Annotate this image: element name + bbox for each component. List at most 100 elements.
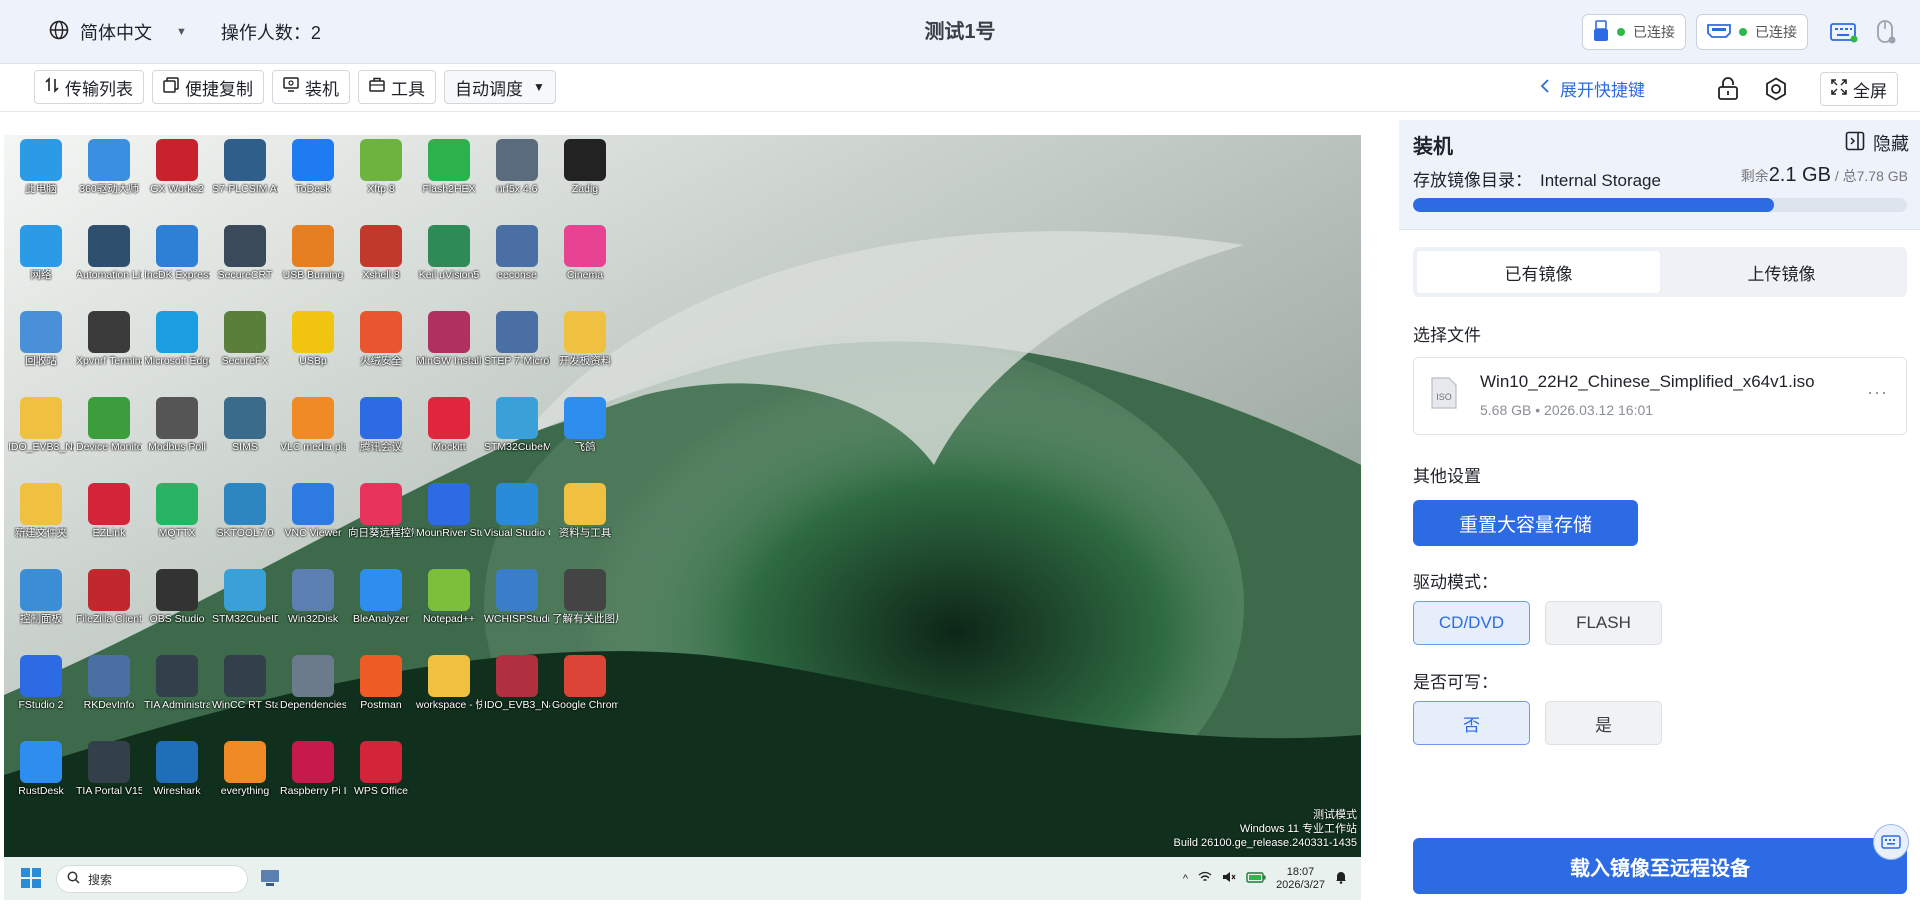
desktop-icon[interactable]: nrf5x 4.6 <box>484 139 550 196</box>
desktop-icon[interactable]: SKTOOL7.0 <box>212 483 278 540</box>
desktop-icon[interactable]: STM32CubeIDE 1.16.0 <box>212 569 278 626</box>
desktop-icon[interactable]: USBp <box>280 311 346 368</box>
desktop-icon[interactable]: WPS Office <box>348 741 414 798</box>
globe-icon[interactable] <box>48 19 70 46</box>
desktop-icon[interactable]: GX Works2 <box>144 139 210 196</box>
desktop-icon[interactable]: Win32Disk <box>280 569 346 626</box>
battery-icon[interactable] <box>1246 871 1266 886</box>
desktop-icon[interactable]: S7-PLCSIM Advanced <box>212 139 278 196</box>
desktop-icon[interactable]: 360驱动大师 <box>76 139 142 196</box>
desktop-icon[interactable]: Google Chrome <box>552 655 618 712</box>
taskbar-search[interactable]: 搜索 <box>56 865 248 893</box>
notification-bell-icon[interactable] <box>1335 870 1347 887</box>
fullscreen-button[interactable]: 全屏 <box>1820 72 1898 106</box>
mouse-icon[interactable] <box>1870 16 1902 48</box>
desktop-icon[interactable]: SIMS <box>212 397 278 454</box>
desktop-icon[interactable]: Automation License Manager <box>76 225 142 282</box>
desktop-icon[interactable]: VLC media player <box>280 397 346 454</box>
desktop-icon[interactable]: OBS Studio <box>144 569 210 626</box>
desktop-icon[interactable]: MQTTX <box>144 483 210 540</box>
chevron-down-icon[interactable]: ▼ <box>176 26 187 38</box>
quick-copy-button[interactable]: 便捷复制 <box>152 70 264 104</box>
drive-mode-flash[interactable]: FLASH <box>1545 601 1662 645</box>
iso-file-item[interactable]: ISO Win10_22H2_Chinese_Simplified_x64v1.… <box>1413 357 1907 435</box>
desktop-icon[interactable]: Microsoft Edge <box>144 311 210 368</box>
desktop-icon[interactable]: MinGW Installer <box>416 311 482 368</box>
desktop-icon[interactable]: Keil uVision5 <box>416 225 482 282</box>
desktop-icon[interactable]: 回收站 <box>8 311 74 368</box>
desktop-icon[interactable]: Visual Studio Code <box>484 483 550 540</box>
language-select[interactable]: 简体中文 <box>80 19 152 45</box>
desktop-icon[interactable]: 开发板资料 <box>552 311 618 368</box>
desktop-icon[interactable]: FStudio 2 <box>8 655 74 712</box>
desktop-icon[interactable]: 向日葵远程控制 <box>348 483 414 540</box>
desktop-icon[interactable]: IDO_EVB3_Nano <box>484 655 550 712</box>
drive-mode-cd-dvd[interactable]: CD/DVD <box>1413 601 1530 645</box>
desktop-icon[interactable]: 此电脑 <box>8 139 74 196</box>
desktop-icon[interactable]: Xpvnrf Terminal <box>76 311 142 368</box>
desktop-icon[interactable]: Modbus Poll <box>144 397 210 454</box>
desktop-icon[interactable]: 控制面板 <box>8 569 74 626</box>
desktop-icon[interactable]: WCHISPStudio <box>484 569 550 626</box>
writable-yes[interactable]: 是 <box>1545 701 1662 745</box>
desktop-icon[interactable]: Xshell 8 <box>348 225 414 282</box>
desktop-icon[interactable]: workspace - 快捷方式 <box>416 655 482 712</box>
desktop-icon[interactable]: STM32CubeMX <box>484 397 550 454</box>
desktop-icon[interactable]: 飞鸽 <box>552 397 618 454</box>
desktop-icon[interactable]: IDO_EVB3_Nano <box>8 397 74 454</box>
reset-storage-button[interactable]: 重置大容量存储 <box>1413 500 1638 546</box>
desktop-icon[interactable]: Zadig <box>552 139 618 196</box>
desktop-icon[interactable]: Wireshark <box>144 741 210 798</box>
tab-existing-images[interactable]: 已有镜像 <box>1417 251 1660 293</box>
desktop-icon[interactable]: STEP 7-MicroWIN <box>484 311 550 368</box>
desktop-icon[interactable]: 了解有关此图片的信息 <box>552 569 618 626</box>
desktop-icon[interactable]: RustDesk <box>8 741 74 798</box>
desktop-icon[interactable]: SecureFX <box>212 311 278 368</box>
more-options-icon[interactable]: ··· <box>1867 382 1888 403</box>
desktop-icon[interactable]: 腾讯会议 <box>348 397 414 454</box>
desktop-icon[interactable]: RKDevInfo <box>76 655 142 712</box>
desktop-icon[interactable]: 网络 <box>8 225 74 282</box>
windows-start-icon[interactable] <box>20 867 42 894</box>
wifi-icon[interactable] <box>1198 871 1212 886</box>
taskbar-app-icon[interactable] <box>260 869 280 892</box>
desktop-icon[interactable]: Mockitt <box>416 397 482 454</box>
desktop-icon[interactable]: everything <box>212 741 278 798</box>
writable-no[interactable]: 否 <box>1413 701 1530 745</box>
desktop-icon[interactable]: ToDesk <box>280 139 346 196</box>
desktop-icon[interactable]: eeconse <box>484 225 550 282</box>
auto-scale-dropdown[interactable]: 自动调度 ▼ <box>444 70 556 104</box>
hdmi-status[interactable]: 已连接 <box>1696 14 1808 50</box>
chevron-up-icon[interactable]: ^ <box>1183 873 1188 885</box>
desktop-icon[interactable]: IncDK Express <box>144 225 210 282</box>
load-image-button[interactable]: 载入镜像至远程设备 <box>1413 838 1907 894</box>
desktop-icon[interactable]: USB Burning <box>280 225 346 282</box>
transfer-list-button[interactable]: 传输列表 <box>34 70 144 104</box>
desktop-icon[interactable]: FileZilla Client <box>76 569 142 626</box>
keyboard-icon[interactable] <box>1828 16 1860 48</box>
expand-shortcuts-link[interactable]: 展开快捷键 <box>1540 64 1645 112</box>
desktop-icon[interactable]: BleAnalyzer <box>348 569 414 626</box>
desktop-icon[interactable]: TIA Portal V15.1 <box>76 741 142 798</box>
desktop-icon[interactable]: Notepad++ <box>416 569 482 626</box>
taskbar-clock[interactable]: 18:07 2026/3/27 <box>1276 866 1325 892</box>
remote-desktop-view[interactable]: 此电脑 360驱动大师 GX Works2 S7-PLCSIM Advanced ToD… <box>4 135 1361 900</box>
desktop-icon[interactable]: MounRiver Studio II <box>416 483 482 540</box>
desktop-icon[interactable]: Dependencies <box>280 655 346 712</box>
desktop-icon[interactable]: 资料与工具 <box>552 483 618 540</box>
desktop-icon[interactable]: Xftp 8 <box>348 139 414 196</box>
hide-panel-button[interactable]: 隐藏 <box>1845 130 1909 156</box>
desktop-icon[interactable]: Cinema <box>552 225 618 282</box>
usb-status[interactable]: 已连接 <box>1582 14 1686 50</box>
desktop-icon[interactable]: TIA Administrator <box>144 655 210 712</box>
install-button[interactable]: 装机 <box>272 70 350 104</box>
desktop-icon[interactable]: 新建文件夹 <box>8 483 74 540</box>
desktop-icon[interactable]: Postman <box>348 655 414 712</box>
floating-keyboard-icon[interactable] <box>1873 824 1909 860</box>
tools-button[interactable]: 工具 <box>358 70 436 104</box>
desktop-icon[interactable]: Device Monitor <box>76 397 142 454</box>
desktop-icon[interactable]: 火绒安全 <box>348 311 414 368</box>
desktop-icon[interactable]: EZLink <box>76 483 142 540</box>
volume-muted-icon[interactable] <box>1222 871 1236 886</box>
desktop-icon[interactable]: WinCC RT Start <box>212 655 278 712</box>
